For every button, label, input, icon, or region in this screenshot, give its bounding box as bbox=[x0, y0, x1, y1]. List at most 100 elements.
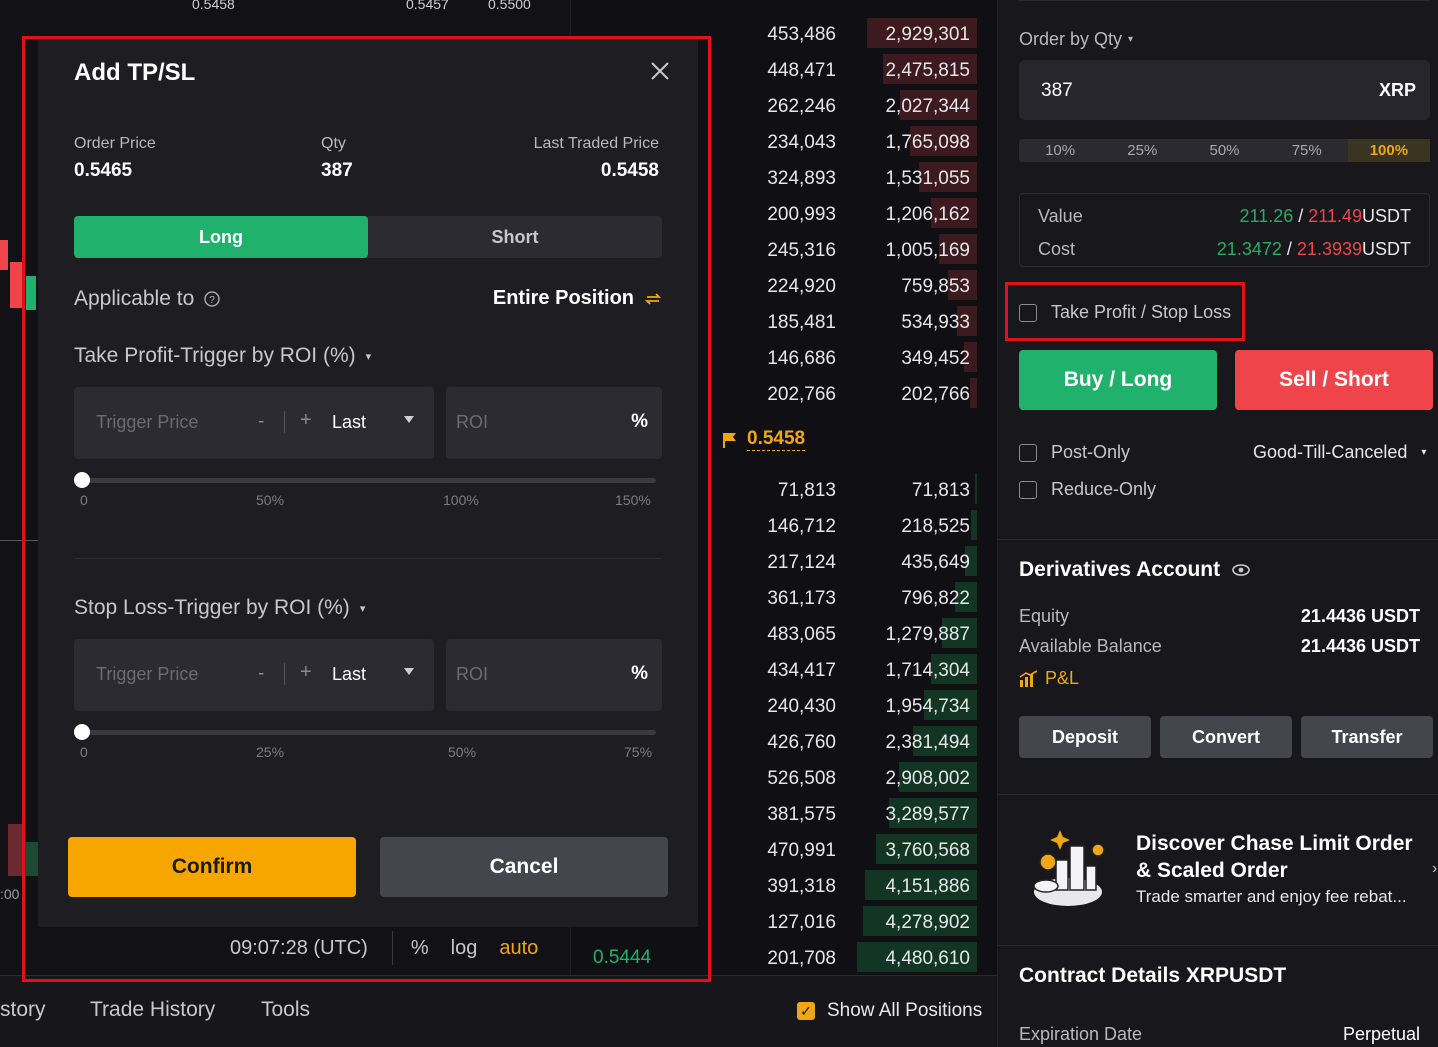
help-icon[interactable]: ? bbox=[204, 291, 220, 307]
pct-75-button[interactable]: 75% bbox=[1266, 139, 1348, 162]
promo-title[interactable]: Discover Chase Limit Order & Scaled Orde… bbox=[1136, 830, 1432, 884]
depth-bar bbox=[975, 474, 977, 504]
tp-roi-input[interactable]: ROI % bbox=[446, 387, 662, 459]
pct-25-button[interactable]: 25% bbox=[1101, 139, 1183, 162]
modal-title: Add TP/SL bbox=[74, 59, 196, 86]
trigger-placeholder: Trigger Price bbox=[96, 412, 199, 432]
ask-total: 2,475,815 bbox=[885, 60, 970, 81]
take-profit-dropdown[interactable]: Take Profit-Trigger by ROI (%) ▾ bbox=[74, 344, 371, 368]
sl-roi-input[interactable]: ROI % bbox=[446, 639, 662, 711]
ask-total: 1,531,055 bbox=[885, 168, 970, 189]
separator bbox=[391, 931, 393, 965]
transfer-button[interactable]: Transfer bbox=[1301, 716, 1433, 758]
tpsl-checkbox[interactable]: Take Profit / Stop Loss bbox=[1019, 302, 1231, 323]
sell-short-button[interactable]: Sell / Short bbox=[1235, 350, 1433, 410]
order-by-qty-dropdown[interactable]: Order by Qty ▾ bbox=[1019, 29, 1133, 50]
value-label: Value bbox=[1038, 206, 1083, 226]
increment-button[interactable]: + bbox=[300, 409, 312, 432]
bid-total: 796,822 bbox=[901, 588, 970, 609]
reduce-only-checkbox[interactable]: Reduce-Only bbox=[1019, 479, 1156, 500]
slash: / bbox=[1286, 239, 1292, 259]
order-price-value: 0.5465 bbox=[74, 160, 133, 181]
slider-knob[interactable] bbox=[74, 724, 90, 740]
tab-trade-history[interactable]: Trade History bbox=[90, 998, 215, 1022]
chart-price-label: 0.5457 bbox=[406, 0, 449, 12]
qty-input[interactable]: 387 XRP bbox=[1019, 60, 1430, 120]
bid-qty: 127,016 bbox=[767, 912, 836, 933]
cost-label: Cost bbox=[1038, 239, 1076, 259]
tp-trigger-price-input[interactable]: Trigger Price - + Last bbox=[74, 387, 434, 459]
buy-long-button[interactable]: Buy / Long bbox=[1019, 350, 1217, 410]
pct-10-button[interactable]: 10% bbox=[1019, 139, 1101, 162]
svg-text:?: ? bbox=[209, 295, 215, 306]
tab-order-history[interactable]: story bbox=[0, 998, 46, 1022]
show-all-positions-toggle[interactable]: ✓ Show All Positions bbox=[797, 1000, 982, 1022]
caret-down-icon: ▾ bbox=[365, 350, 372, 363]
decrement-button[interactable]: - bbox=[258, 411, 264, 433]
ask-total: 534,933 bbox=[901, 312, 970, 333]
auto-scale-toggle[interactable]: auto bbox=[499, 937, 538, 960]
separator bbox=[284, 411, 285, 433]
mid-price-value: 0.5458 bbox=[747, 428, 806, 451]
expiration-row: Expiration Date Perpetual bbox=[1019, 1024, 1420, 1045]
unit: USDT bbox=[1362, 206, 1411, 226]
volume-bar bbox=[8, 824, 24, 876]
percent-unit: % bbox=[631, 663, 648, 684]
short-tab[interactable]: Short bbox=[368, 216, 662, 258]
checkbox-icon[interactable] bbox=[1019, 480, 1037, 499]
price-type-select[interactable]: Last bbox=[332, 412, 366, 433]
pnl-link[interactable]: P&L bbox=[1019, 668, 1079, 689]
derivatives-account-header: Derivatives Account bbox=[1019, 558, 1250, 582]
caret-down-icon[interactable] bbox=[404, 668, 414, 675]
checkbox-icon[interactable] bbox=[1019, 303, 1037, 322]
log-scale-toggle[interactable]: log bbox=[451, 937, 478, 960]
divider bbox=[1019, 0, 1429, 1]
long-short-toggle: Long Short bbox=[74, 216, 662, 258]
ask-total: 1,206,162 bbox=[885, 204, 970, 225]
bid-total: 3,289,577 bbox=[885, 804, 970, 825]
close-icon[interactable] bbox=[648, 59, 672, 83]
stop-loss-dropdown[interactable]: Stop Loss-Trigger by ROI (%) ▾ bbox=[74, 596, 365, 620]
ask-qty: 245,316 bbox=[767, 240, 836, 261]
bid-total: 1,279,887 bbox=[885, 624, 970, 645]
post-only-checkbox[interactable]: Post-Only bbox=[1019, 442, 1130, 463]
bid-qty: 361,173 bbox=[767, 588, 836, 609]
depth-bar bbox=[970, 378, 977, 408]
candle bbox=[10, 262, 22, 308]
value-long: 211.26 bbox=[1239, 206, 1294, 226]
checkbox-checked-icon[interactable]: ✓ bbox=[797, 1002, 815, 1020]
price-type-select[interactable]: Last bbox=[332, 664, 366, 685]
value-row: Value 211.26 / 211.49USDT bbox=[1038, 206, 1411, 227]
slider-knob[interactable] bbox=[74, 472, 90, 488]
roi-placeholder: ROI bbox=[456, 412, 489, 432]
divider bbox=[998, 945, 1438, 946]
slider-tick: 50% bbox=[448, 744, 477, 760]
increment-button[interactable]: + bbox=[300, 661, 312, 684]
convert-button[interactable]: Convert bbox=[1160, 716, 1292, 758]
tab-tools[interactable]: Tools bbox=[261, 998, 310, 1022]
bid-qty: 470,991 bbox=[767, 840, 836, 861]
deposit-button[interactable]: Deposit bbox=[1019, 716, 1151, 758]
pct-50-button[interactable]: 50% bbox=[1183, 139, 1265, 162]
ask-total: 202,766 bbox=[901, 384, 970, 405]
decrement-button[interactable]: - bbox=[258, 663, 264, 685]
confirm-button[interactable]: Confirm bbox=[68, 837, 356, 897]
gtc-label: Good-Till-Canceled bbox=[1253, 442, 1408, 462]
qty-unit: XRP bbox=[1378, 80, 1416, 100]
time-in-force-dropdown[interactable]: Good-Till-Canceled ▾ bbox=[1253, 442, 1426, 463]
applicable-to-selector[interactable]: Entire Position bbox=[493, 287, 662, 310]
tp-roi-slider[interactable] bbox=[74, 472, 656, 488]
caret-down-icon[interactable] bbox=[404, 416, 414, 423]
sl-trigger-price-input[interactable]: Trigger Price - + Last bbox=[74, 639, 434, 711]
sl-roi-slider[interactable] bbox=[74, 724, 656, 740]
eye-icon[interactable] bbox=[1232, 564, 1250, 576]
chevron-right-icon[interactable]: › bbox=[1432, 860, 1437, 878]
percent-scale-toggle[interactable]: % bbox=[411, 937, 429, 960]
bid-qty: 426,760 bbox=[767, 732, 836, 753]
pct-100-button[interactable]: 100% bbox=[1347, 139, 1431, 162]
qty-label: Qty bbox=[321, 135, 346, 152]
qty-value: 387 bbox=[1041, 80, 1073, 101]
checkbox-icon[interactable] bbox=[1019, 443, 1037, 462]
long-tab[interactable]: Long bbox=[74, 216, 368, 258]
cancel-button[interactable]: Cancel bbox=[380, 837, 668, 897]
